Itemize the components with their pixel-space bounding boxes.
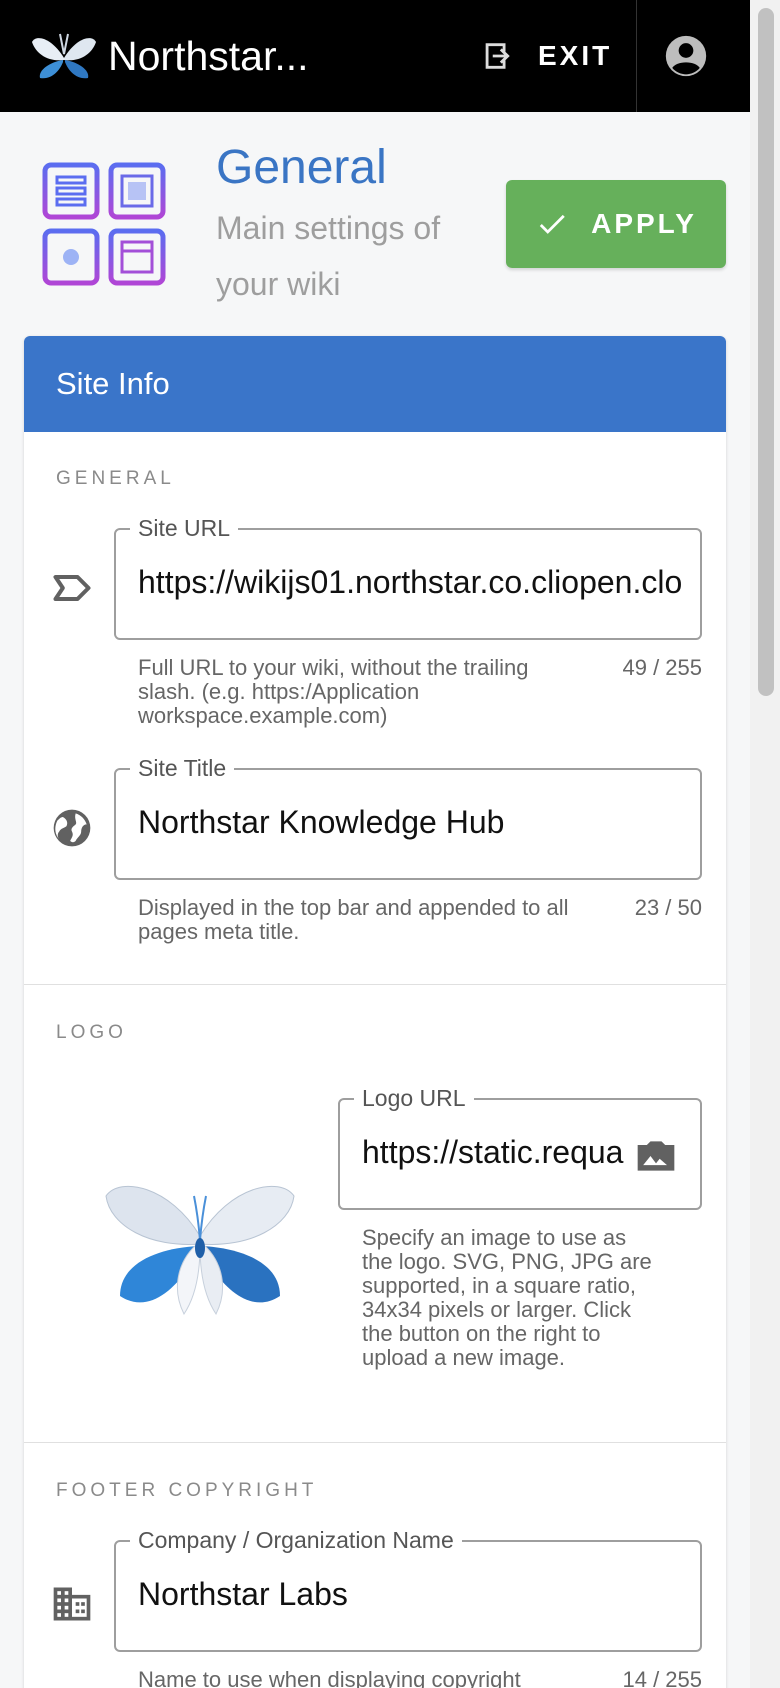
- app-title: Northstar...: [108, 33, 309, 79]
- logo-url-input[interactable]: [362, 1120, 624, 1184]
- section-divider: [24, 1442, 726, 1443]
- scrollbar-thumb[interactable]: [758, 8, 774, 696]
- site-title-field[interactable]: Site Title: [114, 754, 702, 880]
- site-url-counter: 49 / 255: [622, 655, 702, 680]
- site-title-counter: 23 / 50: [634, 895, 702, 920]
- butterfly-logo-icon: [32, 33, 96, 79]
- top-bar: Northstar... EXIT: [0, 0, 750, 112]
- company-name-field[interactable]: Company / Organization Name: [114, 1526, 702, 1652]
- page-subtitle: Main settings of your wiki: [216, 210, 441, 302]
- label-outline-icon: [53, 574, 91, 602]
- site-url-hint: Full URL to your wiki, without the trail…: [138, 655, 529, 728]
- site-info-card: Site Info GENERAL Site URL Full URL to y…: [24, 336, 726, 1688]
- company-name-hint: Name to use when displaying copyright: [138, 1667, 521, 1688]
- exit-button[interactable]: EXIT: [480, 28, 620, 84]
- general-settings-icon: [42, 162, 166, 286]
- account-circle-icon[interactable]: [664, 34, 708, 78]
- section-label-footer: FOOTER COPYRIGHT: [56, 1480, 318, 1501]
- company-name-counter: 14 / 255: [622, 1667, 702, 1688]
- building-icon: [53, 1587, 91, 1621]
- exit-label: EXIT: [538, 40, 613, 71]
- logo-preview-image: [105, 1185, 295, 1315]
- card-header: Site Info: [24, 336, 726, 432]
- apply-label: APPLY: [591, 208, 697, 239]
- company-name-label: Company / Organization Name: [130, 1526, 462, 1554]
- section-divider: [24, 984, 726, 985]
- section-label-general: GENERAL: [56, 468, 175, 489]
- section-label-logo: LOGO: [56, 1022, 127, 1043]
- topbar-divider: [636, 0, 637, 112]
- site-url-field[interactable]: Site URL: [114, 514, 702, 640]
- site-url-label: Site URL: [130, 514, 239, 542]
- globe-icon: [53, 809, 91, 847]
- apply-button[interactable]: APPLY: [506, 180, 726, 268]
- card-title: Site Info: [56, 366, 170, 401]
- logo-url-field[interactable]: Logo URL: [338, 1084, 702, 1210]
- page: Northstar... EXIT General Main settings …: [0, 0, 780, 1688]
- page-title: General: [216, 141, 387, 194]
- site-title-input[interactable]: [138, 790, 682, 854]
- logo-url-label: Logo URL: [354, 1084, 474, 1112]
- image-icon[interactable]: [634, 1134, 678, 1178]
- company-name-input[interactable]: [138, 1562, 682, 1626]
- site-url-input[interactable]: [138, 550, 682, 614]
- check-icon: [539, 214, 565, 234]
- exit-icon: [485, 43, 510, 69]
- site-title-hint: Displayed in the top bar and appended to…: [138, 895, 569, 944]
- logo-url-hint: Specify an image to use as the logo. SVG…: [362, 1225, 652, 1370]
- site-title-label: Site Title: [130, 754, 235, 782]
